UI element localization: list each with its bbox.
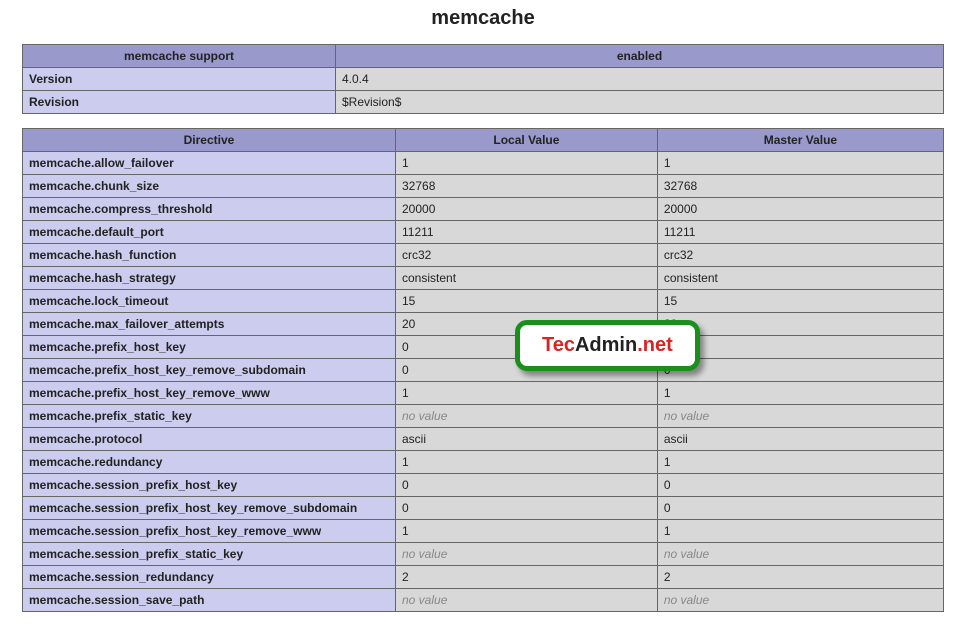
local-value: 20000	[396, 198, 658, 221]
master-value: no value	[657, 589, 943, 612]
master-value: ascii	[657, 428, 943, 451]
table-row: memcache.session_prefix_static_keyno val…	[23, 543, 944, 566]
directive-name: memcache.session_prefix_host_key	[23, 474, 396, 497]
local-value: 15	[396, 290, 658, 313]
directive-name: memcache.prefix_host_key_remove_subdomai…	[23, 359, 396, 382]
local-value: 1	[396, 152, 658, 175]
table-row: memcache.default_port1121111211	[23, 221, 944, 244]
page-title: memcache	[22, 7, 944, 30]
local-value: 0	[396, 497, 658, 520]
table-row: memcache.session_prefix_host_key_remove_…	[23, 520, 944, 543]
local-value: 1	[396, 382, 658, 405]
table-row: memcache.lock_timeout1515	[23, 290, 944, 313]
directive-name: memcache.hash_strategy	[23, 267, 396, 290]
directive-name: memcache.max_failover_attempts	[23, 313, 396, 336]
table-row: memcache.compress_threshold2000020000	[23, 198, 944, 221]
directive-name: memcache.chunk_size	[23, 175, 396, 198]
directive-name: memcache.default_port	[23, 221, 396, 244]
local-value: ascii	[396, 428, 658, 451]
info-value: $Revision$	[336, 91, 944, 114]
local-value: crc32	[396, 244, 658, 267]
table-row: memcache.prefix_host_key_remove_www11	[23, 382, 944, 405]
master-value: 32768	[657, 175, 943, 198]
directive-name: memcache.prefix_host_key	[23, 336, 396, 359]
directive-name: memcache.allow_failover	[23, 152, 396, 175]
local-value: 2	[396, 566, 658, 589]
info-key: Version	[23, 68, 336, 91]
master-value: 11211	[657, 221, 943, 244]
table-row: memcache.max_failover_attempts2020	[23, 313, 944, 336]
config-header-local: Local Value	[396, 129, 658, 152]
directive-name: memcache.compress_threshold	[23, 198, 396, 221]
table-row: memcache.hash_strategyconsistentconsiste…	[23, 267, 944, 290]
master-value: 15	[657, 290, 943, 313]
master-value: 20000	[657, 198, 943, 221]
master-value: 0	[657, 336, 943, 359]
table-row: memcache.hash_functioncrc32crc32	[23, 244, 944, 267]
master-value: 0	[657, 359, 943, 382]
watermark-badge: TecAdmin.net	[515, 320, 700, 371]
local-value: no value	[396, 405, 658, 428]
local-value: 11211	[396, 221, 658, 244]
master-value: 1	[657, 520, 943, 543]
directive-name: memcache.lock_timeout	[23, 290, 396, 313]
table-row: memcache.session_save_pathno valueno val…	[23, 589, 944, 612]
table-row: Version4.0.4	[23, 68, 944, 91]
directive-name: memcache.hash_function	[23, 244, 396, 267]
directive-name: memcache.session_save_path	[23, 589, 396, 612]
master-value: crc32	[657, 244, 943, 267]
table-row: memcache.prefix_host_key00	[23, 336, 944, 359]
table-row: memcache.protocolasciiascii	[23, 428, 944, 451]
directive-name: memcache.prefix_static_key	[23, 405, 396, 428]
master-value: 0	[657, 474, 943, 497]
local-value: no value	[396, 589, 658, 612]
directive-name: memcache.protocol	[23, 428, 396, 451]
table-row: memcache.allow_failover11	[23, 152, 944, 175]
local-value: 0	[396, 474, 658, 497]
info-header-support: memcache support	[23, 45, 336, 68]
directive-name: memcache.session_prefix_host_key_remove_…	[23, 520, 396, 543]
info-value: 4.0.4	[336, 68, 944, 91]
info-key: Revision	[23, 91, 336, 114]
table-row: Revision$Revision$	[23, 91, 944, 114]
local-value: 1	[396, 520, 658, 543]
directive-name: memcache.redundancy	[23, 451, 396, 474]
config-header-master: Master Value	[657, 129, 943, 152]
master-value: 0	[657, 497, 943, 520]
master-value: 20	[657, 313, 943, 336]
directive-name: memcache.session_prefix_host_key_remove_…	[23, 497, 396, 520]
info-header-enabled: enabled	[336, 45, 944, 68]
master-value: consistent	[657, 267, 943, 290]
watermark-tec: Tec	[542, 334, 575, 356]
master-value: 1	[657, 451, 943, 474]
table-row: memcache.session_prefix_host_key_remove_…	[23, 497, 944, 520]
table-row: memcache.prefix_static_keyno valueno val…	[23, 405, 944, 428]
master-value: no value	[657, 405, 943, 428]
watermark-net: .net	[637, 334, 673, 356]
directive-name: memcache.session_prefix_static_key	[23, 543, 396, 566]
table-row: memcache.prefix_host_key_remove_subdomai…	[23, 359, 944, 382]
table-row: memcache.session_prefix_host_key00	[23, 474, 944, 497]
master-value: 1	[657, 152, 943, 175]
table-row: memcache.chunk_size3276832768	[23, 175, 944, 198]
table-row: memcache.redundancy11	[23, 451, 944, 474]
config-header-directive: Directive	[23, 129, 396, 152]
master-value: 2	[657, 566, 943, 589]
master-value: 1	[657, 382, 943, 405]
directive-name: memcache.prefix_host_key_remove_www	[23, 382, 396, 405]
config-table: Directive Local Value Master Value memca…	[22, 128, 944, 612]
directive-name: memcache.session_redundancy	[23, 566, 396, 589]
watermark-admin: Admin	[575, 334, 637, 356]
table-row: memcache.session_redundancy22	[23, 566, 944, 589]
local-value: 1	[396, 451, 658, 474]
local-value: consistent	[396, 267, 658, 290]
info-table: memcache support enabled Version4.0.4Rev…	[22, 44, 944, 114]
local-value: 32768	[396, 175, 658, 198]
master-value: no value	[657, 543, 943, 566]
local-value: no value	[396, 543, 658, 566]
